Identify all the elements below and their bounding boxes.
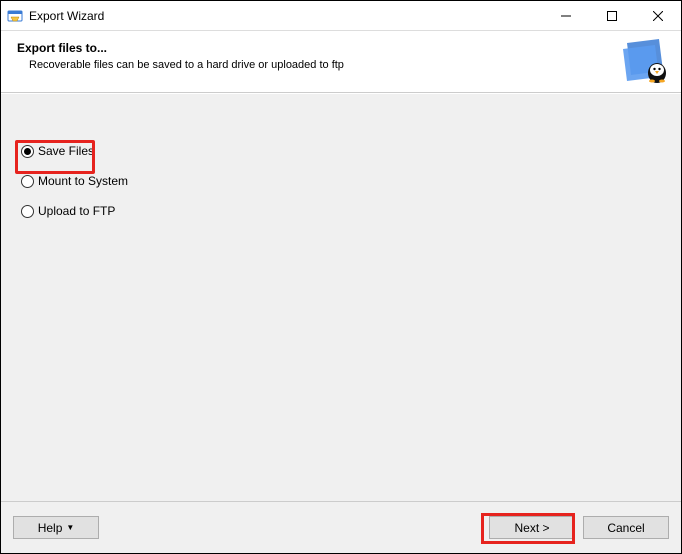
radio-mount-to-system[interactable]: Mount to System [21, 174, 661, 188]
radio-label: Upload to FTP [38, 204, 115, 218]
chevron-down-icon: ▼ [66, 523, 74, 532]
radio-indicator-icon [21, 205, 34, 218]
window-controls [543, 1, 681, 30]
wizard-header: Export files to... Recoverable files can… [1, 31, 681, 93]
help-button[interactable]: Help ▼ [13, 516, 99, 539]
maximize-button[interactable] [589, 1, 635, 31]
wizard-icon [621, 37, 669, 85]
help-label: Help [38, 521, 63, 535]
next-button[interactable]: Next > [489, 516, 575, 539]
app-icon [7, 8, 23, 24]
radio-indicator-icon [21, 145, 34, 158]
header-title: Export files to... [17, 41, 665, 55]
close-button[interactable] [635, 1, 681, 31]
minimize-button[interactable] [543, 1, 589, 31]
radio-upload-to-ftp[interactable]: Upload to FTP [21, 204, 661, 218]
export-options-group: Save Files Mount to System Upload to FTP [21, 144, 661, 218]
wizard-footer: Help ▼ Next > Cancel [1, 501, 681, 553]
cancel-label: Cancel [607, 521, 644, 535]
titlebar: Export Wizard [1, 1, 681, 31]
radio-indicator-icon [21, 175, 34, 188]
header-subtitle: Recoverable files can be saved to a hard… [29, 59, 665, 71]
next-label: Next > [514, 521, 549, 535]
wizard-content: Save Files Mount to System Upload to FTP [1, 93, 681, 501]
cancel-button[interactable]: Cancel [583, 516, 669, 539]
window-title: Export Wizard [29, 9, 543, 23]
radio-save-files[interactable]: Save Files [21, 144, 661, 158]
radio-label: Save Files [38, 144, 94, 158]
radio-label: Mount to System [38, 174, 128, 188]
